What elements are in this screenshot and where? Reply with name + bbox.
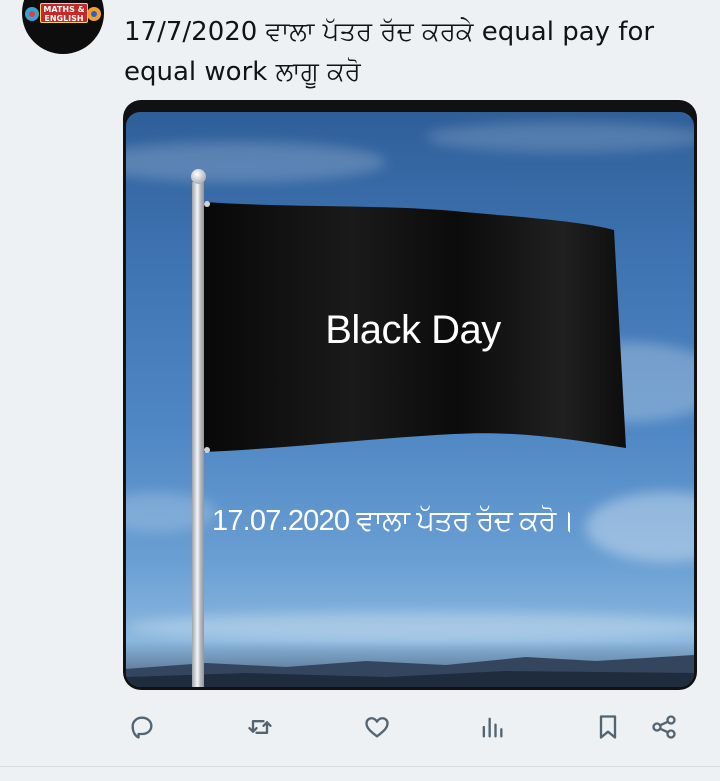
like-button[interactable] [355,705,399,749]
retweet-button[interactable] [238,705,282,749]
analytics-icon [482,717,503,738]
share-icon [652,715,676,739]
bookmark-button[interactable] [586,705,630,749]
media-image: Black Day 17.07.2020 ਵਾਲਾ ਪੱਤਰ ਰੱਦ ਕਰੋ। [126,112,694,687]
tweet-text: 17/7/2020 ਵਾਲਾ ਪੱਤਰ ਰੱਦ ਕਰਕੇ equal pay f… [124,17,655,87]
mountains-icon [126,655,694,687]
bookmark-icon [599,715,617,739]
tweet-actions [120,705,700,749]
heart-icon [365,717,389,738]
divider [0,766,720,767]
avatar-text: MATHS & ENGLISH [40,3,88,23]
views-button[interactable] [470,705,514,749]
retweet-icon [248,720,272,734]
media-caption: 17.07.2020 ਵਾਲਾ ਪੱਤਰ ਰੱਦ ਕਰੋ। [212,505,575,537]
avatar[interactable]: MATHS & ENGLISH [22,0,104,54]
reply-button[interactable] [120,705,164,749]
flag-pole [192,182,204,687]
tweet-media[interactable]: Black Day 17.07.2020 ਵਾਲਾ ਪੱਤਰ ਰੱਦ ਕਰੋ। [123,100,697,690]
flag-pole-top [191,169,206,184]
share-button[interactable] [642,705,686,749]
flag-text: Black Day [325,308,501,352]
reply-icon [131,716,153,739]
